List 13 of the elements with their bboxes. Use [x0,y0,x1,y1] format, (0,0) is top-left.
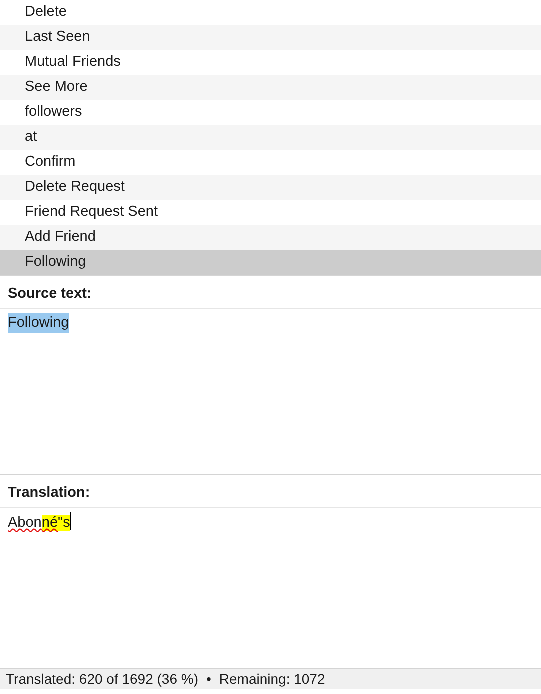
string-list-item[interactable]: See More [0,75,541,100]
string-list-item[interactable]: Add Friend [0,225,541,250]
remaining-count: Remaining: 1072 [219,671,326,687]
source-text: Following [8,313,70,333]
translated-count: Translated: 620 of 1692 (36 %) [6,671,198,687]
string-list-item[interactable]: Last Seen [0,25,541,50]
translation-label: Translation: [0,474,541,508]
separator-dot: • [206,671,212,687]
translation-field[interactable]: Abonné"s [8,512,72,533]
string-list-item[interactable]: Delete Request [0,175,541,200]
string-list-item[interactable]: Following [0,250,541,275]
string-list-item[interactable]: at [0,125,541,150]
source-text-label: Source text: [0,275,541,309]
